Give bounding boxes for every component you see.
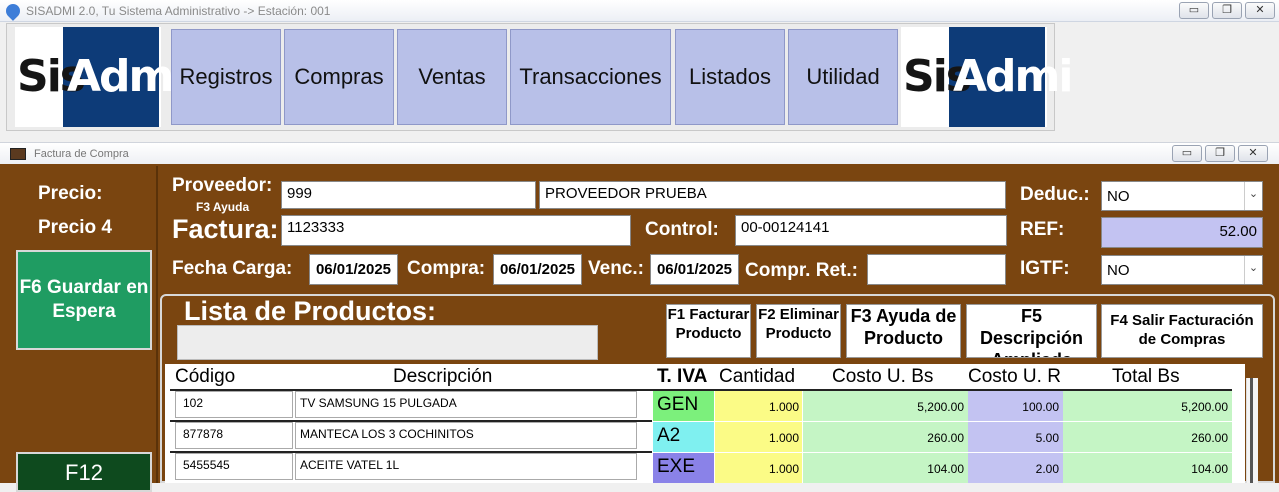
grid-scrollbar[interactable] bbox=[1246, 378, 1258, 483]
codigo-text: 877878 bbox=[183, 427, 224, 441]
total-cell[interactable]: 260.00 bbox=[1063, 422, 1232, 452]
deduc-value: NO bbox=[1107, 188, 1130, 205]
minimize-button[interactable]: ▭ bbox=[1179, 2, 1209, 19]
window-titlebar: SISADMI 2.0, Tu Sistema Administrativo -… bbox=[0, 0, 1279, 22]
inner-maximize-button[interactable]: ❐ bbox=[1205, 145, 1235, 162]
costo-r-cell[interactable]: 2.00 bbox=[968, 453, 1063, 483]
f2-eliminar-producto-button[interactable]: F2 Eliminar Producto bbox=[756, 304, 841, 358]
scrollbar-thumb[interactable] bbox=[1250, 378, 1253, 483]
fecha-carga-label: Fecha Carga: bbox=[172, 258, 293, 279]
compra-date-field[interactable]: 06/01/2025 bbox=[493, 254, 582, 285]
proveedor-label: Proveedor: bbox=[172, 175, 273, 196]
costo-r-cell[interactable]: 5.00 bbox=[968, 422, 1063, 452]
col-costo-r[interactable]: Costo U. R bbox=[968, 366, 1061, 388]
proveedor-code-field[interactable]: 999 bbox=[281, 181, 536, 209]
igtf-label: IGTF: bbox=[1020, 258, 1070, 279]
col-costo-bs[interactable]: Costo U. Bs bbox=[832, 366, 933, 388]
cantidad-cell[interactable]: 1.000 bbox=[715, 391, 802, 421]
deduc-label: Deduc.: bbox=[1020, 184, 1090, 205]
logo-admi-text: Admi bbox=[953, 51, 1073, 102]
deduc-select[interactable]: NO ⌄ bbox=[1101, 181, 1263, 211]
tiva-cell[interactable]: A2 bbox=[653, 422, 714, 452]
close-button[interactable]: ✕ bbox=[1245, 2, 1275, 19]
ref-field[interactable]: 52.00 bbox=[1101, 217, 1263, 248]
main-menubar: Sis Admi Registros Compras Ventas Transa… bbox=[6, 23, 1073, 131]
f6-guardar-espera-button[interactable]: F6 Guardar en Espera bbox=[16, 250, 152, 350]
f1-facturar-producto-button[interactable]: F1 Facturar Producto bbox=[666, 304, 751, 358]
col-cantidad[interactable]: Cantidad bbox=[719, 366, 795, 388]
app-icon bbox=[3, 1, 23, 21]
igtf-select[interactable]: NO ⌄ bbox=[1101, 255, 1263, 285]
venc-label: Venc.: bbox=[588, 258, 644, 279]
total-cell[interactable]: 104.00 bbox=[1063, 453, 1232, 483]
compr-ret-field[interactable] bbox=[867, 254, 1006, 285]
descripcion-text: TV SAMSUNG 15 PULGADA bbox=[300, 396, 457, 410]
col-total[interactable]: Total Bs bbox=[1112, 366, 1180, 388]
f4-salir-facturacion-button[interactable]: F4 Salir Facturación de Compras bbox=[1101, 304, 1263, 358]
f3-ayuda-hint: F3 Ayuda bbox=[196, 200, 250, 214]
inner-minimize-button[interactable]: ▭ bbox=[1172, 145, 1202, 162]
maximize-button[interactable]: ❐ bbox=[1212, 2, 1242, 19]
col-tiva[interactable]: T. IVA bbox=[657, 366, 707, 388]
control-label: Control: bbox=[645, 219, 719, 240]
fecha-carga-field[interactable]: 06/01/2025 bbox=[309, 254, 398, 285]
products-title: Lista de Productos: bbox=[184, 296, 437, 326]
menu-registros-button[interactable]: Registros bbox=[171, 29, 281, 125]
window-title: SISADMI 2.0, Tu Sistema Administrativo -… bbox=[26, 4, 331, 18]
total-cell[interactable]: 5,200.00 bbox=[1063, 391, 1232, 421]
f12-button[interactable]: F12 bbox=[16, 452, 152, 492]
factura-field[interactable]: 1123333 bbox=[281, 215, 631, 246]
inner-close-button[interactable]: ✕ bbox=[1238, 145, 1268, 162]
control-field[interactable]: 00-00124141 bbox=[735, 215, 1007, 246]
sisadmi-logo-left: Sis Admi bbox=[15, 27, 187, 127]
descripcion-text: MANTECA LOS 3 COCHINITOS bbox=[300, 427, 474, 441]
sisadmi-logo-right: Sis Admi bbox=[901, 27, 1073, 127]
col-descripcion[interactable]: Descripción bbox=[393, 366, 492, 388]
f3-ayuda-producto-button[interactable]: F3 Ayuda de Producto bbox=[846, 304, 961, 358]
proveedor-name-field[interactable]: PROVEEDOR PRUEBA bbox=[539, 181, 1006, 209]
codigo-text: 102 bbox=[183, 396, 204, 410]
factura-label: Factura: bbox=[172, 214, 279, 244]
menu-compras-button[interactable]: Compras bbox=[284, 29, 394, 125]
igtf-value: NO bbox=[1107, 262, 1130, 279]
costo-bs-cell[interactable]: 104.00 bbox=[803, 453, 968, 483]
invoice-window-titlebar: Factura de Compra ▭ ❐ ✕ bbox=[0, 142, 1279, 164]
product-search-field[interactable] bbox=[177, 325, 598, 360]
logo-admi-text: Admi bbox=[67, 51, 187, 102]
codigo-text: 5455545 bbox=[183, 458, 230, 472]
compra-label: Compra: bbox=[407, 258, 486, 279]
chevron-down-icon: ⌄ bbox=[1244, 182, 1262, 210]
tiva-cell[interactable]: EXE bbox=[653, 453, 714, 483]
menu-utilidad-button[interactable]: Utilidad bbox=[788, 29, 898, 125]
precio-label: Precio: bbox=[38, 183, 103, 204]
menu-listados-button[interactable]: Listados bbox=[675, 29, 785, 125]
precio-value: Precio 4 bbox=[38, 217, 112, 238]
f5-descripcion-ampliada-button[interactable]: F5 Descripción Ampliada bbox=[966, 304, 1097, 358]
cantidad-cell[interactable]: 1.000 bbox=[715, 422, 802, 452]
compr-ret-label: Compr. Ret.: bbox=[745, 260, 858, 281]
costo-r-cell[interactable]: 100.00 bbox=[968, 391, 1063, 421]
invoice-window-title: Factura de Compra bbox=[34, 148, 129, 160]
venc-date-field[interactable]: 06/01/2025 bbox=[650, 254, 739, 285]
col-codigo[interactable]: Código bbox=[175, 366, 235, 388]
cantidad-cell[interactable]: 1.000 bbox=[715, 453, 802, 483]
ref-label: REF: bbox=[1020, 219, 1065, 240]
menu-transacciones-button[interactable]: Transacciones bbox=[510, 29, 671, 125]
chevron-down-icon: ⌄ bbox=[1244, 256, 1262, 284]
descripcion-text: ACEITE VATEL 1L bbox=[300, 458, 400, 472]
tiva-cell[interactable]: GEN bbox=[653, 391, 714, 421]
document-icon bbox=[10, 148, 26, 160]
menu-ventas-button[interactable]: Ventas bbox=[397, 29, 507, 125]
costo-bs-cell[interactable]: 260.00 bbox=[803, 422, 968, 452]
costo-bs-cell[interactable]: 5,200.00 bbox=[803, 391, 968, 421]
